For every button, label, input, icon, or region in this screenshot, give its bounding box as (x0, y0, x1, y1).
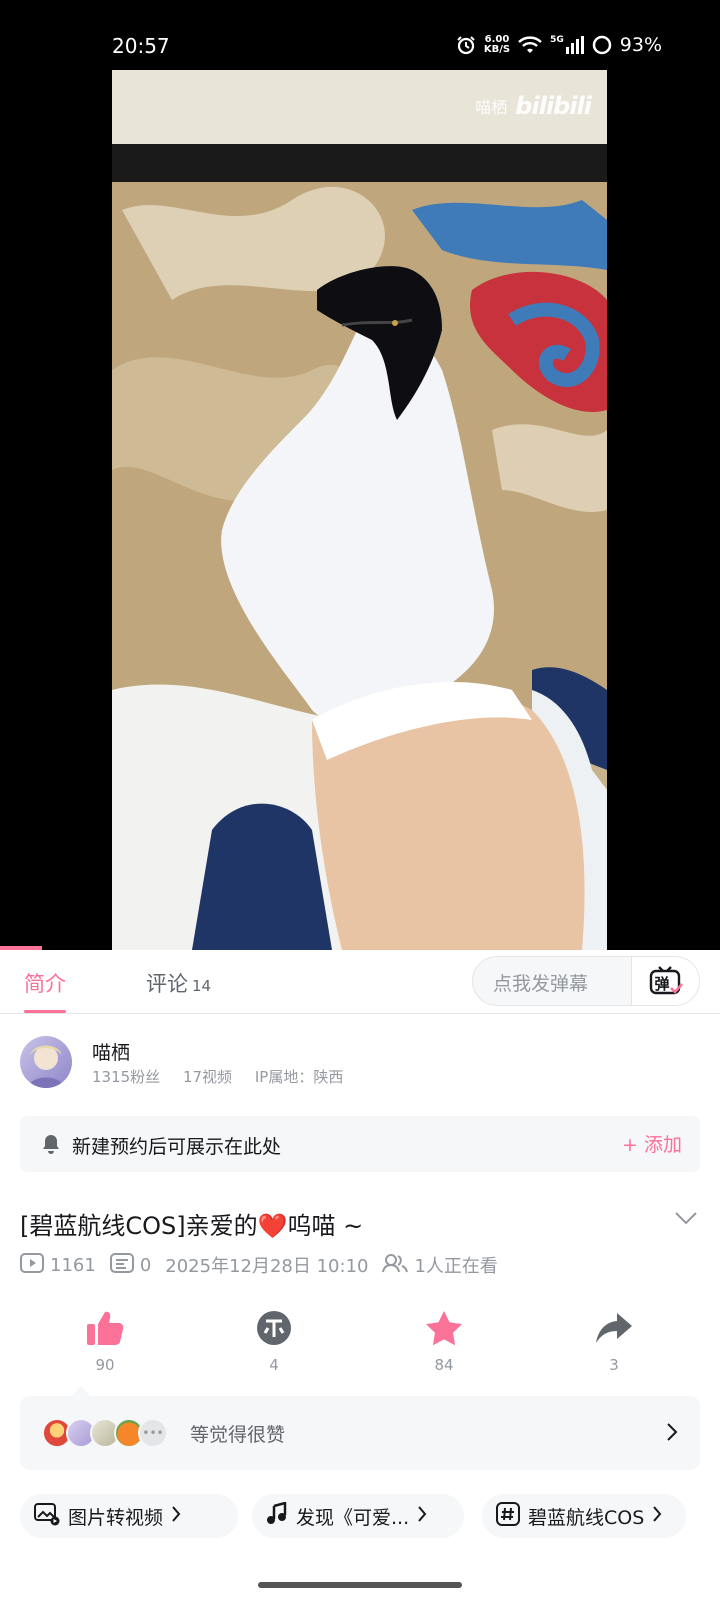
tab-bar: 简介 评论 14 点我发弹幕 弹 (0, 950, 720, 1014)
chip-image-to-video[interactable]: 图片转视频 (20, 1494, 238, 1538)
chevron-right-icon (171, 1505, 181, 1528)
play-count: 1161 (20, 1252, 96, 1278)
people-icon (382, 1253, 409, 1278)
coin-icon (224, 1308, 324, 1348)
share-button[interactable]: 3 (564, 1308, 664, 1374)
tab-intro[interactable]: 简介 (24, 968, 66, 998)
status-time: 20:57 (112, 34, 170, 58)
danmaku-list-icon (109, 1252, 134, 1278)
coin-count: 4 (269, 1356, 279, 1374)
action-bar: 90 4 84 3 (0, 1308, 720, 1378)
tag-chips: 图片转视频 发现《可爱... 碧蓝航线COS (20, 1494, 720, 1538)
likers-caret (72, 1386, 90, 1396)
reservation-bar[interactable]: 新建预约后可展示在此处 + 添加 (20, 1116, 700, 1172)
battery-level: 93% (619, 34, 662, 56)
play-icon (20, 1252, 44, 1278)
network-speed: 6.00 KB/S (483, 34, 511, 55)
chevron-right-icon (652, 1505, 662, 1528)
bilibili-watermark: 喵栖 bilibili (475, 92, 592, 120)
status-icons: 6.00 KB/S 5G 93% (456, 34, 662, 56)
hashtag-icon (496, 1501, 520, 1531)
star-icon (394, 1308, 494, 1348)
share-icon (564, 1308, 664, 1348)
tab-comments[interactable]: 评论 14 (146, 968, 211, 998)
video-meta-row: 1161 0 2025年12月28日 10:10 1人正在看 (20, 1252, 512, 1278)
like-button[interactable]: 90 (55, 1308, 155, 1374)
battery-icon (592, 35, 612, 55)
watermark-uploader: 喵栖 (475, 98, 508, 117)
home-indicator[interactable] (258, 1582, 462, 1588)
cellular-signal-icon: 5G (550, 36, 584, 54)
chip-discover-music[interactable]: 发现《可爱... (252, 1494, 464, 1538)
chevron-right-icon (417, 1505, 427, 1528)
add-reservation-button[interactable]: + 添加 (622, 1130, 682, 1157)
likers-text: 等觉得很赞 (190, 1424, 286, 1446)
chip-label: 碧蓝航线COS (528, 1506, 645, 1529)
video-player-area[interactable]: 20:57 6.00 KB/S 5G 93% 喵栖 bilibili (0, 0, 720, 950)
thumbs-up-icon (55, 1308, 155, 1348)
liker-avatars: ••• (42, 1418, 168, 1448)
comments-count: 14 (192, 977, 212, 995)
bilibili-logo: bilibili (515, 92, 592, 120)
ip-location: IP属地：陕西 (254, 1068, 344, 1086)
chip-label: 图片转视频 (68, 1506, 164, 1529)
fans-count: 1315粉丝 (92, 1068, 161, 1086)
chip-label: 发现《可爱... (296, 1506, 410, 1529)
favorite-button[interactable]: 84 (394, 1308, 494, 1374)
publish-date: 2025年12月28日 10:10 (165, 1256, 369, 1277)
coin-button[interactable]: 4 (224, 1308, 324, 1374)
like-count: 90 (95, 1356, 115, 1374)
video-title: [碧蓝航线COS]亲爱的❤️呜喵 ~ (20, 1212, 364, 1240)
active-tab-indicator (24, 1010, 66, 1013)
uploader-stats: 1315粉丝 17视频 IP属地：陕西 (92, 1066, 361, 1087)
video-count: 17视频 (182, 1068, 233, 1086)
more-avatars-icon: ••• (138, 1418, 168, 1448)
alarm-icon (456, 35, 476, 55)
image-video-icon (34, 1502, 60, 1531)
watching-now: 1人正在看 (382, 1252, 498, 1278)
chevron-down-icon[interactable] (674, 1210, 698, 1229)
danmaku-count: 0 (109, 1252, 151, 1278)
chevron-right-icon (666, 1422, 678, 1446)
uploader-card[interactable]: 喵栖 1315粉丝 17视频 IP属地：陕西 (20, 1034, 700, 1094)
wifi-icon (518, 36, 542, 54)
danmaku-icon: 弹 (649, 966, 683, 996)
share-count: 3 (609, 1356, 619, 1374)
video-still-image (112, 70, 607, 950)
chip-topic-azur-lane[interactable]: 碧蓝航线COS (482, 1494, 686, 1538)
danmaku-toggle-button[interactable]: 弹 (631, 957, 699, 1005)
avatar[interactable] (20, 1036, 72, 1088)
video-frame[interactable]: 喵栖 bilibili (112, 70, 607, 950)
reservation-text: 新建预约后可展示在此处 (72, 1136, 282, 1158)
danmaku-placeholder: 点我发弹幕 (493, 973, 589, 995)
favorite-count: 84 (434, 1356, 454, 1374)
status-bar: 20:57 6.00 KB/S 5G 93% (0, 0, 720, 70)
tab-comments-label: 评论 (146, 972, 188, 996)
likers-bar[interactable]: ••• 等觉得很赞 (20, 1396, 700, 1470)
bell-icon (40, 1133, 62, 1159)
uploader-name[interactable]: 喵栖 (92, 1038, 130, 1065)
danmaku-input[interactable]: 点我发弹幕 弹 (472, 956, 700, 1006)
music-note-icon (266, 1500, 288, 1531)
